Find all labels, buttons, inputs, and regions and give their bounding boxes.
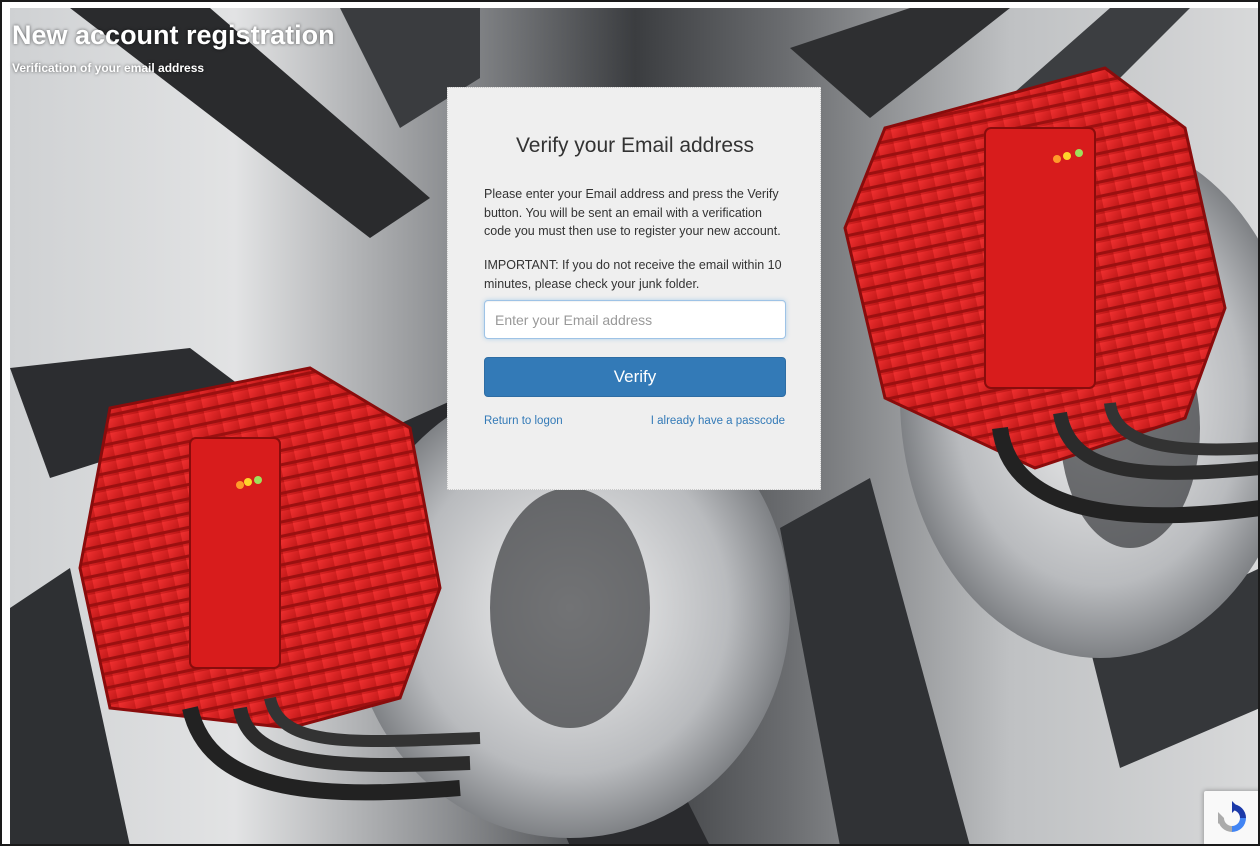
important-note: IMPORTANT: If you do not receive the ema… xyxy=(484,258,782,291)
page-title: New account registration xyxy=(12,20,335,50)
email-input[interactable] xyxy=(484,300,786,339)
recaptcha-icon xyxy=(1218,801,1246,832)
already-have-passcode-link[interactable]: I already have a passcode xyxy=(651,415,785,427)
verify-button[interactable]: Verify xyxy=(484,357,786,397)
return-to-logon-link[interactable]: Return to logon xyxy=(484,415,563,427)
page-subtitle: Verification of your email address xyxy=(12,61,205,75)
page-frame: New account registration Verification of… xyxy=(0,0,1260,846)
recaptcha-badge[interactable] xyxy=(1204,791,1258,844)
card-heading: Verify your Email address xyxy=(515,134,755,157)
verify-email-card: Verify your Email address Please enter y… xyxy=(447,87,821,490)
instructions-text: Please enter your Email address and pres… xyxy=(484,187,781,238)
